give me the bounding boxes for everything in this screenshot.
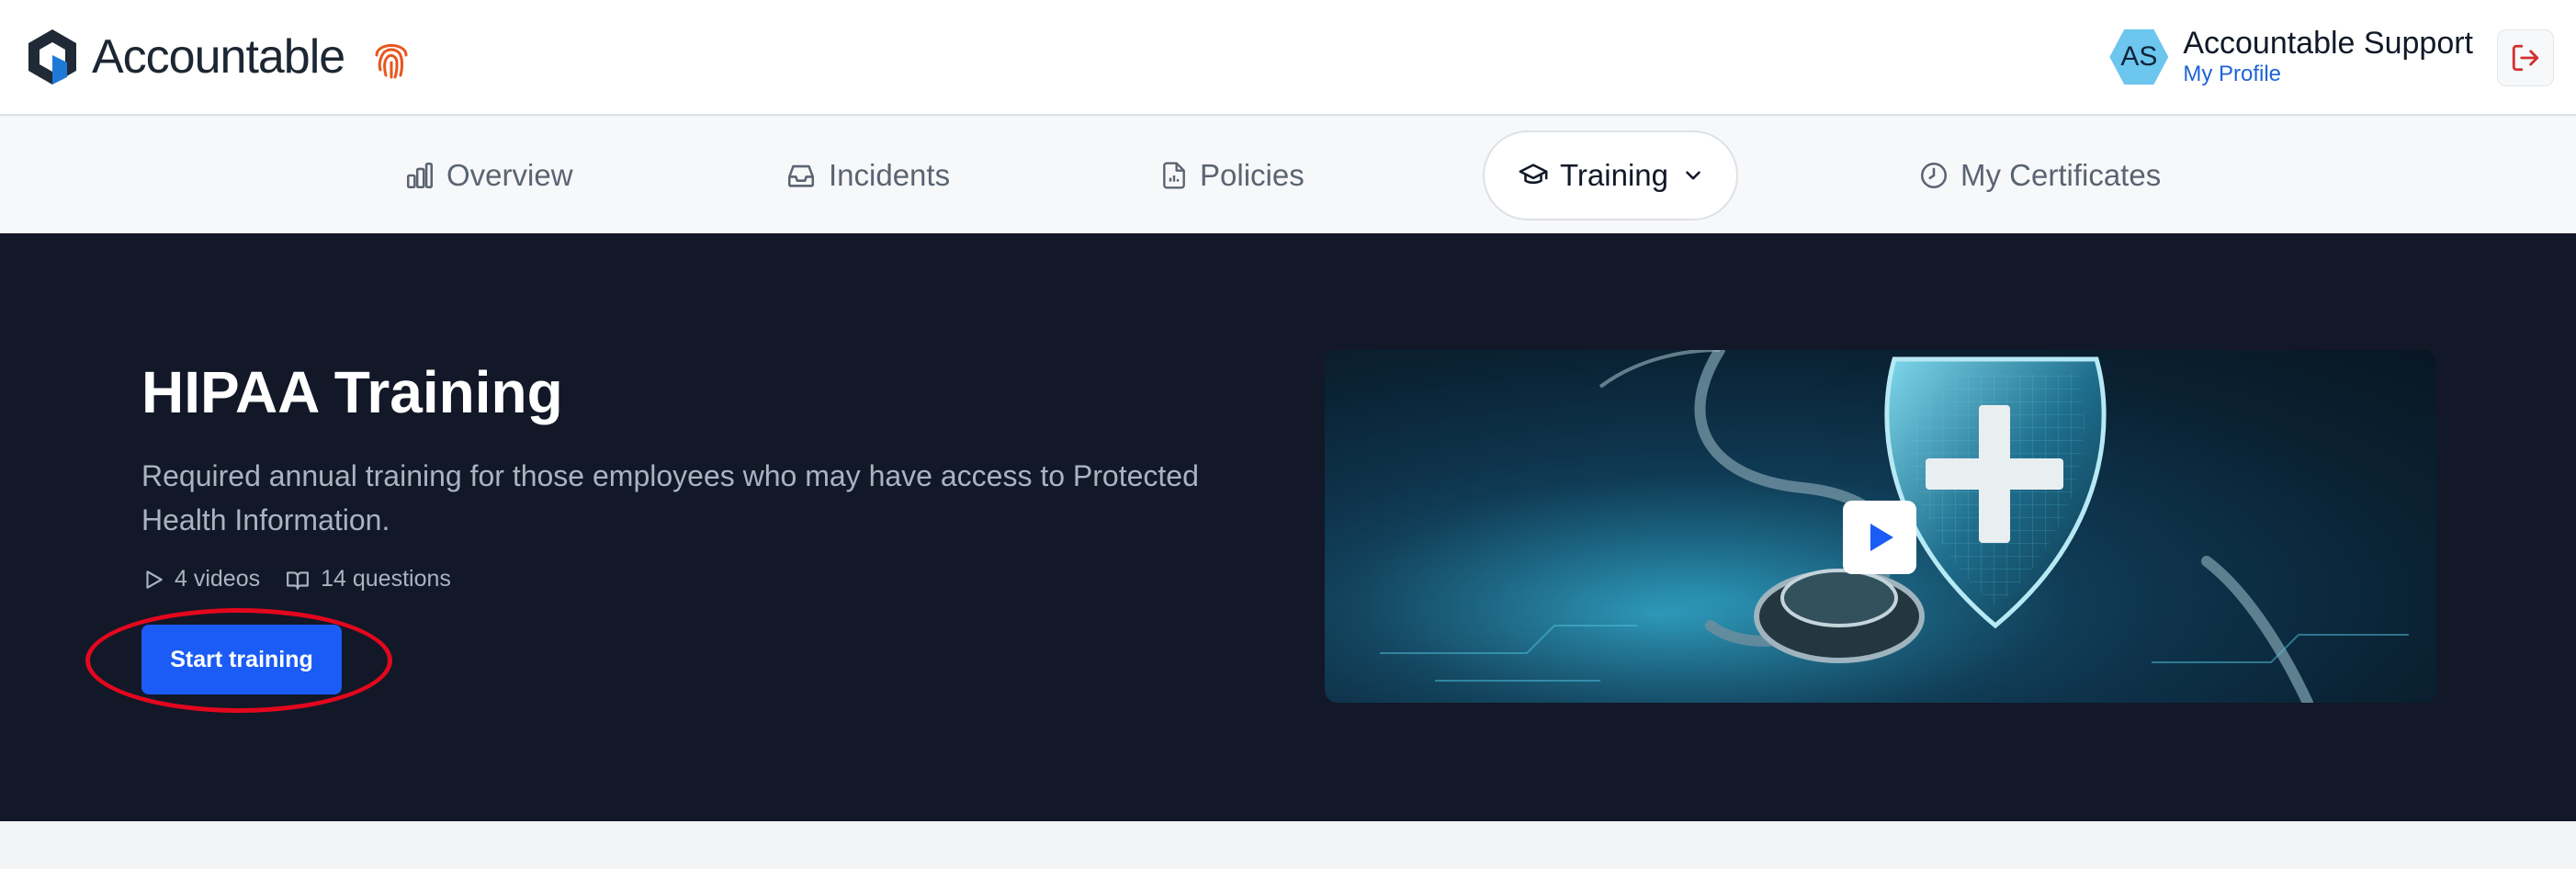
my-profile-link[interactable]: My Profile	[2183, 61, 2473, 88]
chart-icon	[406, 162, 434, 189]
nav-item-overview[interactable]: Overview	[404, 118, 573, 233]
training-meta: 4 videos 14 questions	[141, 566, 451, 592]
top-bar: Accountable AS Accountable Support My Pr…	[0, 0, 2576, 116]
nav-label-incidents: Incidents	[829, 158, 951, 192]
nav-label-training: Training	[1560, 158, 1668, 192]
chevron-down-icon	[1686, 171, 1700, 180]
brand-name: Accountable	[92, 30, 345, 84]
brand-logo[interactable]: Accountable	[26, 28, 345, 86]
play-button[interactable]	[1843, 501, 1916, 574]
graduation-cap-icon	[1519, 164, 1548, 185]
play-icon	[1870, 524, 1893, 551]
question-count: 14 questions	[321, 566, 451, 592]
inbox-icon	[787, 164, 815, 187]
user-name: Accountable Support	[2183, 26, 2473, 61]
fingerprint-icon	[375, 44, 408, 79]
nav-item-policies[interactable]: Policies	[1159, 118, 1305, 233]
main-nav: Overview Incidents Policies Training My …	[0, 118, 2576, 233]
logout-button[interactable]	[2497, 29, 2554, 86]
training-description: Required annual training for those emplo…	[141, 459, 1199, 536]
video-count: 4 videos	[175, 566, 261, 592]
start-training-button[interactable]: Start training	[141, 625, 342, 694]
logo-mark-icon	[28, 29, 76, 85]
page-title: HIPAA Training	[141, 359, 563, 425]
document-icon	[1163, 162, 1185, 189]
page-footer-area	[0, 821, 2576, 869]
nav-label-overview: Overview	[446, 158, 573, 192]
nav-label-policies: Policies	[1200, 158, 1305, 192]
nav-item-incidents[interactable]: Incidents	[785, 118, 950, 233]
nav-item-my-certificates[interactable]: My Certificates	[1918, 118, 2161, 233]
clock-icon	[1920, 162, 1948, 189]
training-video-thumbnail[interactable]	[1325, 350, 2436, 703]
play-outline-icon	[146, 570, 163, 589]
user-menu[interactable]: AS Accountable Support My Profile	[2109, 26, 2473, 88]
logout-icon	[2512, 44, 2539, 72]
book-icon	[287, 570, 310, 590]
avatar[interactable]: AS	[2109, 28, 2169, 85]
training-hero: HIPAA Training Required annual training …	[0, 233, 2576, 821]
nav-item-training[interactable]: Training	[1483, 130, 1738, 220]
nav-label-my-certificates: My Certificates	[1960, 158, 2162, 192]
